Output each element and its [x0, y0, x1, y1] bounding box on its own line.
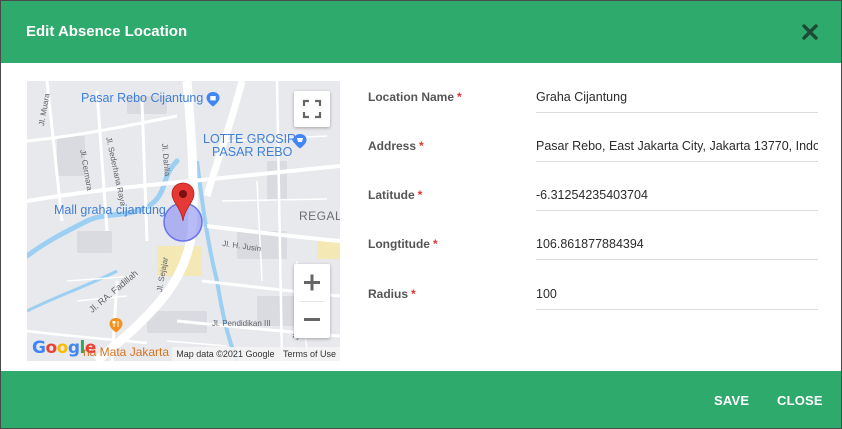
map-attribution: Map data ©2021 Google Terms of Use: [172, 347, 340, 361]
location-name-label: Location Name *: [368, 90, 462, 104]
zoom-out-button[interactable]: [294, 301, 330, 338]
map-label-mall-graha-cijantung: Mall graha cijantung: [54, 203, 166, 217]
map-view[interactable]: Pasar Rebo Cijantung LOTTE GROSIR PASAR …: [27, 81, 340, 361]
fullscreen-button[interactable]: [294, 91, 330, 127]
dialog-header: Edit Absence Location: [1, 1, 841, 63]
address-field-wrapper: [536, 130, 818, 162]
zoom-control: [294, 264, 330, 338]
address-row: Address *: [368, 130, 818, 179]
longitude-row: Longtitude *: [368, 228, 818, 277]
map-label-regal: REGAL: [299, 209, 340, 223]
map-data-text: Map data ©2021 Google: [176, 349, 275, 359]
map-label-lotte-grosir: LOTTE GROSIR: [203, 132, 297, 146]
latitude-input[interactable]: [536, 179, 818, 210]
address-label: Address *: [368, 139, 424, 153]
minus-icon: [304, 318, 320, 321]
street-label-jl-pendidikan: Jl. Pendidikan III: [212, 319, 271, 328]
longitude-label: Longtitude *: [368, 237, 438, 251]
google-logo[interactable]: Google: [32, 338, 96, 358]
longitude-field-wrapper: [536, 228, 818, 260]
close-icon[interactable]: [801, 23, 819, 41]
location-name-input[interactable]: [536, 81, 818, 112]
longitude-input[interactable]: [536, 228, 818, 259]
map-label-jakarta: na Mata Jakarta: [83, 345, 170, 359]
dialog-title: Edit Absence Location: [26, 23, 188, 40]
location-name-field-wrapper: [536, 81, 818, 113]
restaurant-icon: [109, 318, 123, 333]
latitude-label: Latitude *: [368, 188, 423, 202]
close-button[interactable]: CLOSE: [777, 393, 823, 408]
radius-field-wrapper: [536, 278, 818, 310]
radius-row: Radius *: [368, 278, 818, 327]
plus-icon: [304, 274, 320, 291]
latitude-row: Latitude *: [368, 179, 818, 228]
location-pin-icon[interactable]: [171, 182, 195, 222]
dialog-footer: SAVE CLOSE: [1, 371, 841, 428]
location-name-row: Location Name *: [368, 81, 818, 130]
save-button[interactable]: SAVE: [714, 393, 749, 408]
radius-input[interactable]: [536, 278, 818, 309]
edit-absence-location-dialog: Edit Absence Location Pasar Rebo Cijantu…: [0, 0, 842, 429]
radius-label: Radius *: [368, 287, 416, 301]
zoom-in-button[interactable]: [294, 264, 330, 301]
address-input[interactable]: [536, 130, 818, 161]
map-label-pasar-rebo: PASAR REBO: [212, 145, 293, 159]
map-label-pasar-rebo-cijantung: Pasar Rebo Cijantung: [81, 91, 204, 105]
latitude-field-wrapper: [536, 179, 818, 211]
shopping-cart-icon: [293, 134, 307, 149]
fullscreen-icon: [302, 99, 322, 119]
terms-of-use-link[interactable]: Terms of Use: [283, 349, 336, 359]
shopping-bag-icon: [206, 92, 220, 107]
